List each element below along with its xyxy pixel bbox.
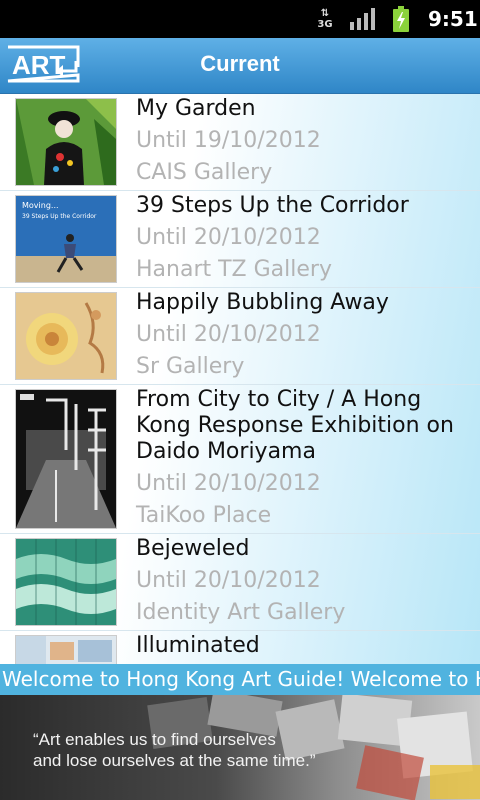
exhibition-title: Happily Bubbling Away <box>136 290 389 315</box>
page-title: Current <box>200 51 280 76</box>
exhibition-thumbnail <box>15 98 117 186</box>
quote-banner[interactable]: “Art enables us to find ourselves and lo… <box>0 695 480 800</box>
exhibition-thumbnail <box>15 292 117 380</box>
title-bar: ART Current <box>0 38 480 94</box>
exhibition-venue: TaiKoo Place <box>136 503 272 528</box>
exhibition-date: Until 20/10/2012 <box>136 225 321 250</box>
quote-line: and lose ourselves at the same time.” <box>33 751 316 770</box>
signal-icon <box>350 8 375 30</box>
exhibition-venue: CAIS Gallery <box>136 160 273 185</box>
exhibition-thumbnail <box>15 635 117 664</box>
ticker-text: Welcome to Hong Kong Art Guide! Welcome … <box>2 667 480 691</box>
clock: 9:51 <box>428 7 478 31</box>
thumbnail-caption: Moving... <box>22 201 59 210</box>
battery-charging-icon <box>393 6 409 32</box>
exhibition-date: Until 20/10/2012 <box>136 471 321 496</box>
list-item[interactable]: Moving... 39 Steps Up the Corridor 39 St… <box>0 191 480 288</box>
exhibition-thumbnail: Moving... 39 Steps Up the Corridor <box>15 195 117 283</box>
exhibition-list[interactable]: My Garden Until 19/10/2012 CAIS Gallery … <box>0 94 480 664</box>
welcome-ticker: Welcome to Hong Kong Art Guide! Welcome … <box>0 664 480 695</box>
exhibition-venue: Identity Art Gallery <box>136 600 346 625</box>
3g-icon: ⇅ 3G <box>317 8 333 30</box>
exhibition-title: From City to City / A Hong Kong Response… <box>136 387 454 464</box>
exhibition-title: My Garden <box>136 96 256 121</box>
quote-text: “Art enables us to find ourselves and lo… <box>33 729 316 771</box>
exhibition-venue: Hanart TZ Gallery <box>136 257 332 282</box>
exhibition-title: Illuminated <box>136 633 260 658</box>
exhibition-date: Until 20/10/2012 <box>136 322 321 347</box>
list-item[interactable]: From City to City / A Hong Kong Response… <box>0 385 480 534</box>
exhibition-thumbnail <box>15 389 117 529</box>
status-bar: ⇅ 3G 9:51 <box>0 0 480 38</box>
exhibition-title: 39 Steps Up the Corridor <box>136 193 409 218</box>
exhibition-date: Until 19/10/2012 <box>136 128 321 153</box>
list-item[interactable]: Bejeweled Until 20/10/2012 Identity Art … <box>0 534 480 631</box>
quote-line: “Art enables us to find ourselves <box>33 730 276 749</box>
exhibition-title: Bejeweled <box>136 536 250 561</box>
thumbnail-caption: 39 Steps Up the Corridor <box>22 213 97 220</box>
list-item[interactable]: My Garden Until 19/10/2012 CAIS Gallery <box>0 94 480 191</box>
exhibition-venue: Sr Gallery <box>136 354 245 379</box>
exhibition-thumbnail <box>15 538 117 626</box>
exhibition-date: Until 20/10/2012 <box>136 568 321 593</box>
list-item[interactable]: Happily Bubbling Away Until 20/10/2012 S… <box>0 288 480 385</box>
list-item[interactable]: Illuminated <box>0 631 480 664</box>
